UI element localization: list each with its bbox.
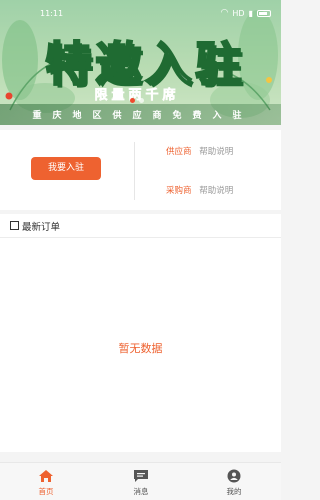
carousel-indicator xyxy=(130,98,144,103)
purchaser-help-link[interactable]: 帮助说明 xyxy=(199,186,233,196)
promo-banner[interactable]: 11:11 ◠ HD ▮ 特邀入驻 限量两千席 重庆地区供应商免费入驻 xyxy=(0,0,281,125)
purchaser-help-row[interactable]: 采购商 帮助说明 xyxy=(166,184,233,196)
bottom-tab-bar: 首页 消息 我的 xyxy=(0,462,281,500)
supplier-label: 供应商 xyxy=(166,147,192,157)
divider xyxy=(134,142,135,200)
carousel-dot-active xyxy=(130,98,135,103)
user-icon xyxy=(227,469,241,483)
status-time: 11:11 xyxy=(40,9,64,18)
status-indicators: ◠ HD ▮ xyxy=(221,8,271,18)
join-card: 我要入驻 供应商 帮助说明 采购商 帮助说明 xyxy=(0,130,281,210)
supplier-help-row[interactable]: 供应商 帮助说明 xyxy=(166,145,233,157)
purchaser-label: 采购商 xyxy=(166,186,192,196)
supplier-help-link[interactable]: 帮助说明 xyxy=(199,147,233,157)
home-icon xyxy=(39,470,53,482)
orders-section: 最新订单 暂无数据 xyxy=(0,214,281,452)
orders-header: 最新订单 xyxy=(0,214,281,238)
tab-messages-label: 消息 xyxy=(133,487,149,496)
wifi-icon: ◠ xyxy=(220,8,229,18)
tab-mine[interactable]: 我的 xyxy=(209,463,259,500)
order-list-icon xyxy=(10,221,19,230)
signal-icon: ▮ xyxy=(248,8,253,18)
tab-home-label: 首页 xyxy=(38,487,54,496)
status-bar: 11:11 ◠ HD ▮ xyxy=(0,0,281,24)
tab-mine-label: 我的 xyxy=(226,487,242,496)
orders-title: 最新订单 xyxy=(22,222,61,233)
empty-state-text: 暂无数据 xyxy=(118,342,163,355)
message-icon xyxy=(134,470,148,482)
join-button[interactable]: 我要入驻 xyxy=(31,157,101,180)
tab-home[interactable]: 首页 xyxy=(21,463,71,500)
banner-tagline: 重庆地区供应商免费入驻 xyxy=(32,111,253,121)
tab-messages[interactable]: 消息 xyxy=(116,463,166,500)
battery-icon xyxy=(257,9,271,17)
carousel-dot xyxy=(139,98,144,103)
network-label: HD xyxy=(232,8,245,18)
